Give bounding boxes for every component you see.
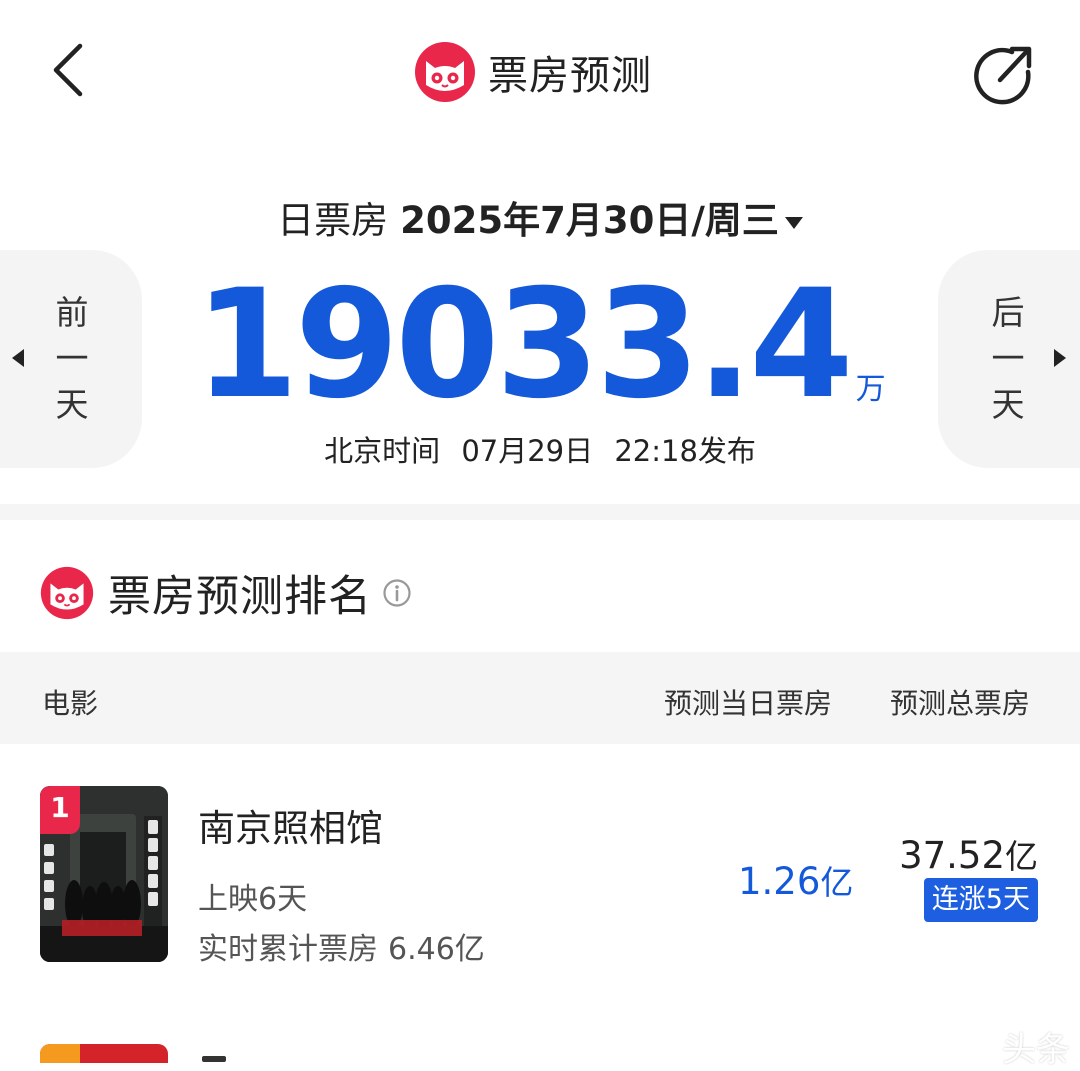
predicted-day-box-office: 1.26亿 xyxy=(738,856,853,904)
daily-total-value: 19033.4 xyxy=(194,258,853,432)
publish-prefix: 北京时间 xyxy=(324,434,441,468)
movie-poster[interactable]: 1 xyxy=(40,786,168,962)
daily-total-unit: 万 xyxy=(855,372,886,407)
publish-time-value: 22:18发布 xyxy=(614,434,756,468)
maoyan-cat-logo-icon xyxy=(40,566,94,620)
column-total-box-office[interactable]: 预测总票房 xyxy=(890,682,1030,722)
publish-date: 07月29日 xyxy=(461,434,594,468)
days-released: 上映6天 xyxy=(198,882,308,917)
rank-badge: 1 xyxy=(40,786,80,834)
predicted-day-unit: 亿 xyxy=(820,863,854,902)
section-divider xyxy=(0,504,1080,520)
predicted-total-box-office: 37.52亿 xyxy=(899,830,1038,878)
publish-time: 北京时间 07月29日 22:18发布 xyxy=(0,428,1080,470)
back-button[interactable] xyxy=(40,38,100,102)
column-movie: 电影 xyxy=(42,687,99,720)
column-day-box-office[interactable]: 预测当日票房 xyxy=(664,682,832,722)
streak-badge: 连涨5天 xyxy=(923,878,1038,922)
caret-down-icon[interactable] xyxy=(784,216,803,229)
movie-title-partial[interactable] xyxy=(198,1052,238,1063)
cumulative-label: 实时累计票房 xyxy=(198,932,378,967)
cumulative-box-office: 实时累计票房 6.46亿 xyxy=(198,924,485,968)
ranking-title: 票房预测排名 xyxy=(108,572,372,622)
movie-title[interactable]: 南京照相馆 xyxy=(198,798,383,852)
maoyan-cat-logo-icon xyxy=(415,42,475,102)
predicted-total-value: 37.52 xyxy=(899,834,1005,877)
chevron-left-icon xyxy=(53,43,83,97)
cumulative-value: 6.46亿 xyxy=(388,932,485,967)
page-title-group: 票房预测 xyxy=(414,40,652,104)
ranking-header: 票房预测排名 xyxy=(40,562,412,624)
predicted-day-value: 1.26 xyxy=(738,860,821,903)
info-icon[interactable] xyxy=(382,578,412,608)
watermark: 头条 xyxy=(1002,1030,1070,1070)
top-bar: 票房预测 xyxy=(0,0,1080,140)
share-icon xyxy=(974,46,1032,105)
date-selector[interactable]: 日票房 2025年7月30日/周三 xyxy=(0,190,1080,244)
predicted-total-unit: 亿 xyxy=(1005,837,1038,876)
table-header: 电影 预测当日票房 预测总票房 xyxy=(0,652,1080,744)
page-title: 票房预测 xyxy=(488,53,652,99)
date-value[interactable]: 2025年7月30日/周三 xyxy=(400,199,779,242)
rank-badge-partial xyxy=(40,1044,80,1063)
daily-total: 19033.4 万 xyxy=(0,270,1080,420)
date-label: 日票房 xyxy=(277,199,389,242)
movie-poster-partial[interactable] xyxy=(40,1044,168,1063)
table-row[interactable]: 1 南京照相馆 上映6天 实时累计票房 6.46亿 1.26亿 37.52亿 连涨… xyxy=(0,768,1080,988)
share-button[interactable] xyxy=(968,40,1040,106)
